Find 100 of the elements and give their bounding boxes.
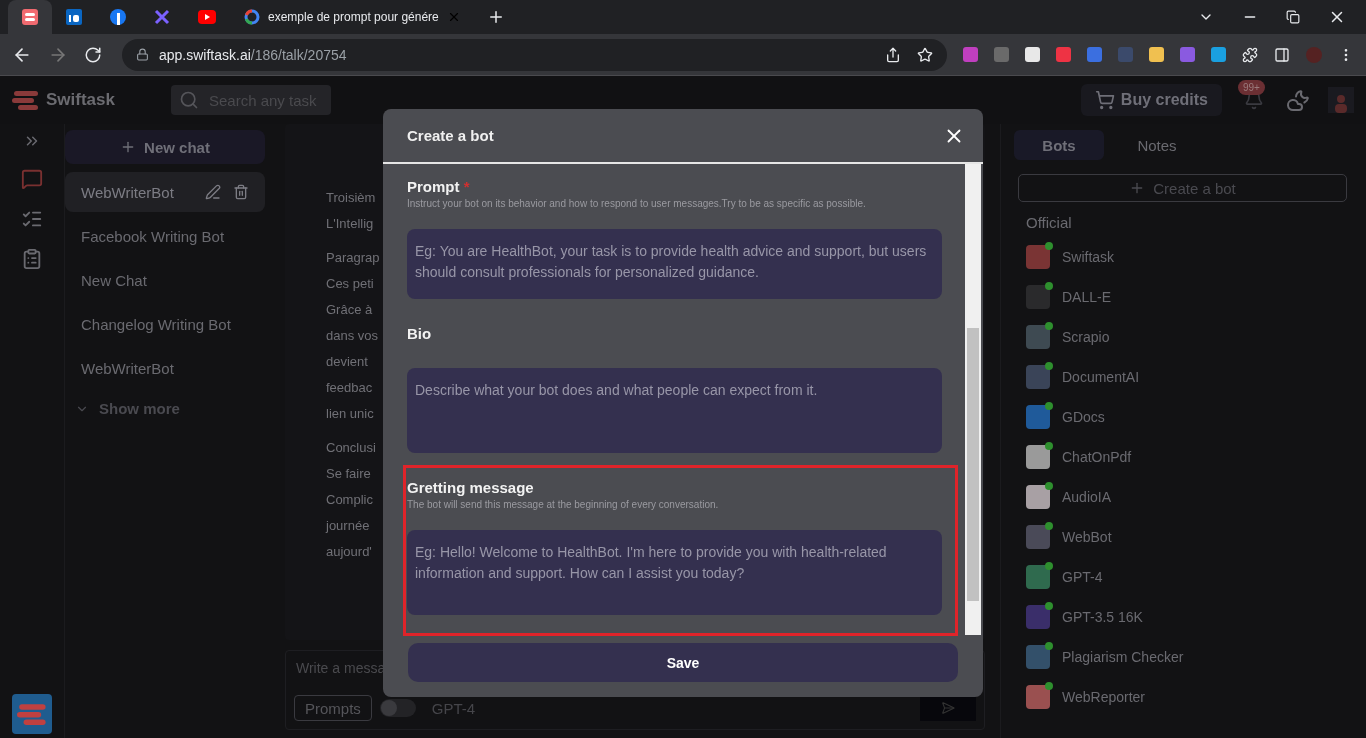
field-label: Gretting message xyxy=(407,479,534,496)
chat-title: New Chat xyxy=(81,271,148,289)
clipboard-icon[interactable] xyxy=(21,248,43,270)
bot-item[interactable]: DALL-E xyxy=(1014,277,1347,317)
save-button[interactable]: Save xyxy=(408,643,958,682)
lock-icon xyxy=(135,48,149,61)
chat-item[interactable]: Facebook Writing Bot xyxy=(65,216,265,256)
bot-name: AudioIA xyxy=(1062,489,1112,505)
play-favicon-icon[interactable] xyxy=(198,10,216,24)
bot-name: GPT-4 xyxy=(1062,569,1103,585)
bot-name: WebReporter xyxy=(1062,689,1145,705)
send-icon xyxy=(941,701,955,715)
weather-icon[interactable] xyxy=(1286,88,1310,112)
message-text: Conclusi xyxy=(326,439,376,457)
trash-icon[interactable] xyxy=(233,184,249,200)
bot-name: GDocs xyxy=(1062,409,1105,425)
create-bot-button[interactable]: Create a bot xyxy=(1018,174,1347,202)
square-favicon-icon[interactable] xyxy=(66,9,82,25)
bot-item[interactable]: GPT-4 xyxy=(1014,557,1347,597)
extension-icon[interactable] xyxy=(1149,47,1165,62)
bot-item[interactable]: GPT-3.5 16K xyxy=(1014,597,1347,637)
panel-tab[interactable]: Bots xyxy=(1014,130,1104,160)
bot-name: Scrapio xyxy=(1062,329,1110,345)
bot-item[interactable]: WebBot xyxy=(1014,517,1347,557)
bot-name: GPT-3.5 16K xyxy=(1062,609,1143,625)
field-label: Bio xyxy=(407,325,432,342)
message-text: feedbac xyxy=(326,379,373,397)
ring-favicon-icon[interactable] xyxy=(244,9,260,25)
message-text: Grâce à xyxy=(326,301,373,319)
bot-name: Plagiarism Checker xyxy=(1062,649,1184,665)
chat-item[interactable]: WebWriterBot xyxy=(65,348,265,388)
chat-item[interactable]: Changelog Writing Bot xyxy=(65,304,265,344)
send-button[interactable] xyxy=(920,695,976,721)
bookmark-star-icon[interactable] xyxy=(917,46,934,63)
reload-icon[interactable] xyxy=(83,45,102,64)
chat-item[interactable]: WebWriterBot xyxy=(65,172,265,212)
bot-name: DocumentAI xyxy=(1062,369,1140,385)
message-text: lien unic xyxy=(326,405,374,423)
browser-tab[interactable]: exemple de prompt pour génére xyxy=(230,0,475,34)
cart-icon xyxy=(1094,90,1115,110)
field-hint: Instruct your bot on its behavior and how to respond to user messages.Try to be as specific as possible. xyxy=(407,198,867,209)
message-text: Complic xyxy=(326,491,373,509)
logo-icon xyxy=(16,701,48,727)
bot-item[interactable]: WebReporter xyxy=(1014,677,1347,717)
message-text: dans vos xyxy=(326,327,379,345)
panel-tab[interactable]: Notes xyxy=(1112,130,1202,160)
required-mark: * xyxy=(462,178,470,195)
message-text: Se faire xyxy=(326,465,371,483)
brand-name: Swiftask xyxy=(46,90,115,110)
chat-title: WebWriterBot xyxy=(81,359,175,377)
bot-name: Swiftask xyxy=(1062,249,1115,265)
text-area[interactable]: Describe what your bot does and what people can expect from it. xyxy=(407,368,942,453)
text-area[interactable]: Eg: You are HealthBot, your task is to provide health advice and support, but users should consult professionals for personalized guidance. xyxy=(407,229,942,299)
field-label: Prompt xyxy=(407,178,460,195)
scroll-thumb[interactable] xyxy=(967,328,979,601)
message-text: devient xyxy=(326,353,368,371)
notification-badge: 99+ xyxy=(1238,80,1265,95)
extensions-icon[interactable] xyxy=(1242,46,1259,63)
show-more-button[interactable]: Show more xyxy=(65,392,265,425)
message-text: Ces peti xyxy=(326,275,374,293)
section-title: Official xyxy=(1026,214,1073,231)
bot-item[interactable]: ChatOnPdf xyxy=(1014,437,1347,477)
person-icon xyxy=(1333,93,1349,113)
bot-item[interactable]: AudioIA xyxy=(1014,477,1347,517)
app-favicon-icon[interactable] xyxy=(22,9,38,25)
bot-item[interactable]: Swiftask xyxy=(1014,237,1347,277)
bot-name: WebBot xyxy=(1062,529,1112,545)
bot-name: DALL-E xyxy=(1062,289,1112,305)
chat-title: Changelog Writing Bot xyxy=(81,315,232,333)
restore-icon[interactable] xyxy=(1286,10,1300,24)
message-text: Troisièm xyxy=(326,189,376,207)
message-text: aujourd' xyxy=(326,543,372,561)
bot-name: ChatOnPdf xyxy=(1062,449,1132,465)
bot-item[interactable]: Scrapio xyxy=(1014,317,1347,357)
address-bar[interactable]: app.swiftask.ai/186/talk/20754 xyxy=(121,38,948,71)
circle-favicon-icon[interactable] xyxy=(110,9,126,25)
prompts-button[interactable]: Prompts xyxy=(294,695,372,721)
new-chat-button[interactable]: New chat xyxy=(65,130,265,164)
edit-icon[interactable] xyxy=(205,184,221,200)
buy-credits-button[interactable]: Buy credits xyxy=(1080,84,1222,116)
side-panel-icon[interactable] xyxy=(1274,46,1291,63)
toggle-switch[interactable] xyxy=(379,699,416,717)
bot-item[interactable]: DocumentAI xyxy=(1014,357,1347,397)
field-hint: The bot will send this message at the beginning of every conversation. xyxy=(407,499,720,510)
chat-item[interactable]: New Chat xyxy=(65,260,265,300)
message-text: L'Intellig xyxy=(326,215,374,233)
message-text: Paragrap xyxy=(326,249,380,267)
dialog-title: Create a bot xyxy=(407,127,494,144)
logo-icon xyxy=(12,89,40,111)
cross-favicon-icon[interactable] xyxy=(154,9,170,25)
url-text: app.swiftask.ai/186/talk/20754 xyxy=(158,46,347,63)
browser-tab[interactable] xyxy=(8,0,52,34)
text-area[interactable]: Eg: Hello! Welcome to HealthBot. I'm here to provide you with health-related information and support. How can I assist you today? xyxy=(407,530,942,615)
extension-icon[interactable] xyxy=(1211,47,1227,62)
bot-item[interactable]: GDocs xyxy=(1014,397,1347,437)
chat-title: Facebook Writing Bot xyxy=(81,227,226,245)
extension-icon[interactable] xyxy=(1025,47,1041,62)
bot-item[interactable]: Plagiarism Checker xyxy=(1014,637,1347,677)
chat-title: WebWriterBot xyxy=(81,183,175,201)
share-icon[interactable] xyxy=(885,46,902,63)
